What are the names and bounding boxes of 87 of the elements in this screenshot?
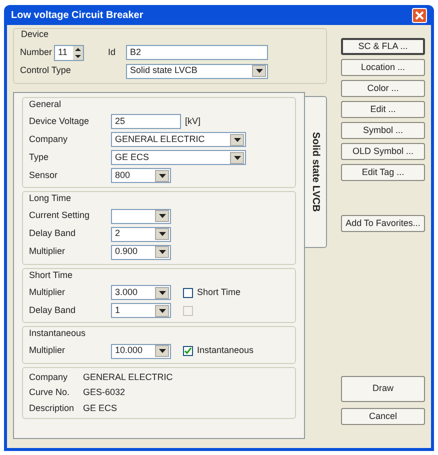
dialog-button[interactable]: SC & FLA ...: [341, 38, 425, 55]
dropdown-button[interactable]: [252, 65, 266, 77]
dropdown-button[interactable]: [155, 286, 169, 298]
dropdown-field[interactable]: [111, 208, 171, 224]
checkbox[interactable]: [183, 288, 193, 298]
caret-icon: [234, 138, 240, 142]
dropdown-field[interactable]: GENERAL ELECTRIC: [111, 132, 246, 147]
window-title: Low voltage Circuit Breaker: [11, 8, 144, 22]
dialog-button[interactable]: Symbol ...: [341, 122, 425, 139]
field-label: Device Voltage: [29, 114, 90, 128]
dropdown-button[interactable]: [230, 152, 244, 164]
group-title: Long Time: [29, 192, 72, 205]
field-label: Multiplier: [29, 344, 66, 358]
info-label: Company: [29, 370, 69, 384]
dropdown-value: GE ECS: [115, 150, 150, 164]
info-value: GES-6032: [83, 386, 126, 399]
field-label: Delay Band: [29, 304, 77, 317]
dialog-button[interactable]: Color ...: [341, 80, 425, 97]
input-field[interactable]: 25: [111, 114, 181, 129]
info-label: Description: [29, 402, 76, 415]
field-label: Multiplier: [29, 245, 66, 258]
dialog-button[interactable]: Cancel: [341, 408, 425, 425]
dropdown-field[interactable]: Solid state LVCB: [126, 64, 268, 78]
dropdown-value: 3.000: [115, 286, 138, 299]
checkbox[interactable]: [183, 346, 193, 356]
close-icon: [415, 10, 424, 20]
dialog-button[interactable]: Add To Favorites...: [341, 215, 425, 232]
dropdown-field[interactable]: 3.000: [111, 285, 171, 300]
info-value: GENERAL ELECTRIC: [83, 370, 173, 384]
field-label: Control Type: [20, 64, 72, 78]
dropdown-field[interactable]: 2: [111, 226, 171, 242]
dropdown-button[interactable]: [155, 170, 169, 182]
close-button[interactable]: [412, 8, 427, 22]
caret-icon: [158, 290, 166, 294]
caret-icon: [158, 174, 166, 178]
dropdown-field[interactable]: 10.000: [111, 344, 171, 358]
caret-icon: [234, 156, 240, 160]
caret-icon: [158, 232, 166, 236]
caret-icon: [158, 308, 166, 312]
field-label: Type: [29, 150, 50, 164]
dropdown-value: GENERAL ELECTRIC: [115, 132, 205, 146]
group-title: General: [29, 98, 62, 110]
field-label: Number: [20, 46, 54, 59]
field-label: Sensor: [29, 168, 59, 182]
dropdown-value: 2: [115, 227, 120, 240]
dropdown-value: 0.900: [115, 245, 138, 258]
dropdown-button[interactable]: [155, 345, 169, 357]
unit-label: [kV]: [185, 114, 201, 128]
dialog-button[interactable]: Draw: [341, 376, 425, 402]
dropdown-field[interactable]: 1: [111, 303, 171, 318]
dialog-button[interactable]: Edit Tag ...: [341, 164, 425, 181]
dropdown-button[interactable]: [155, 246, 169, 258]
spin-buttons[interactable]: [73, 46, 83, 60]
dropdown-button[interactable]: [230, 134, 244, 146]
dropdown-field[interactable]: 800: [111, 168, 171, 183]
input-field[interactable]: B2: [126, 45, 268, 60]
caret-icon: [158, 349, 166, 353]
group-title: Device: [20, 28, 49, 41]
dialog-button[interactable]: OLD Symbol ...: [341, 143, 425, 160]
dropdown-value: 800: [115, 168, 130, 182]
group-title: Instantaneous: [29, 327, 86, 340]
dropdown-button[interactable]: [155, 210, 169, 222]
info-label: Curve No.: [29, 386, 71, 399]
caret-icon: [158, 250, 166, 254]
caret-icon: [158, 214, 166, 218]
field-label: Company: [29, 132, 69, 146]
dropdown-value: Solid state LVCB: [130, 64, 198, 78]
caret-icon: [256, 69, 262, 73]
spin-value: 11: [58, 46, 68, 59]
dialog-button[interactable]: Edit ...: [341, 101, 425, 118]
checkbox-label: Instantaneous: [197, 344, 254, 358]
dropdown-button[interactable]: [155, 304, 169, 316]
dropdown-value: 1: [115, 304, 120, 317]
dialog-button[interactable]: Location ...: [341, 59, 425, 76]
group-title: Short Time: [29, 268, 73, 282]
dropdown-field[interactable]: 0.900: [111, 244, 171, 260]
field-label: Id: [108, 46, 117, 59]
field-label: Delay Band: [29, 227, 77, 240]
info-value: GE ECS: [83, 402, 118, 414]
dropdown-button[interactable]: [155, 228, 169, 240]
field-label: Current Setting: [29, 209, 91, 222]
spin-field[interactable]: 11: [54, 44, 84, 60]
vertical-tab[interactable]: Solid state LVCB: [305, 96, 327, 248]
field-label: Multiplier: [29, 286, 66, 299]
checkbox-label: Short Time: [197, 286, 241, 299]
dropdown-field[interactable]: GE ECS: [111, 150, 246, 165]
dropdown-value: 10.000: [115, 344, 143, 358]
